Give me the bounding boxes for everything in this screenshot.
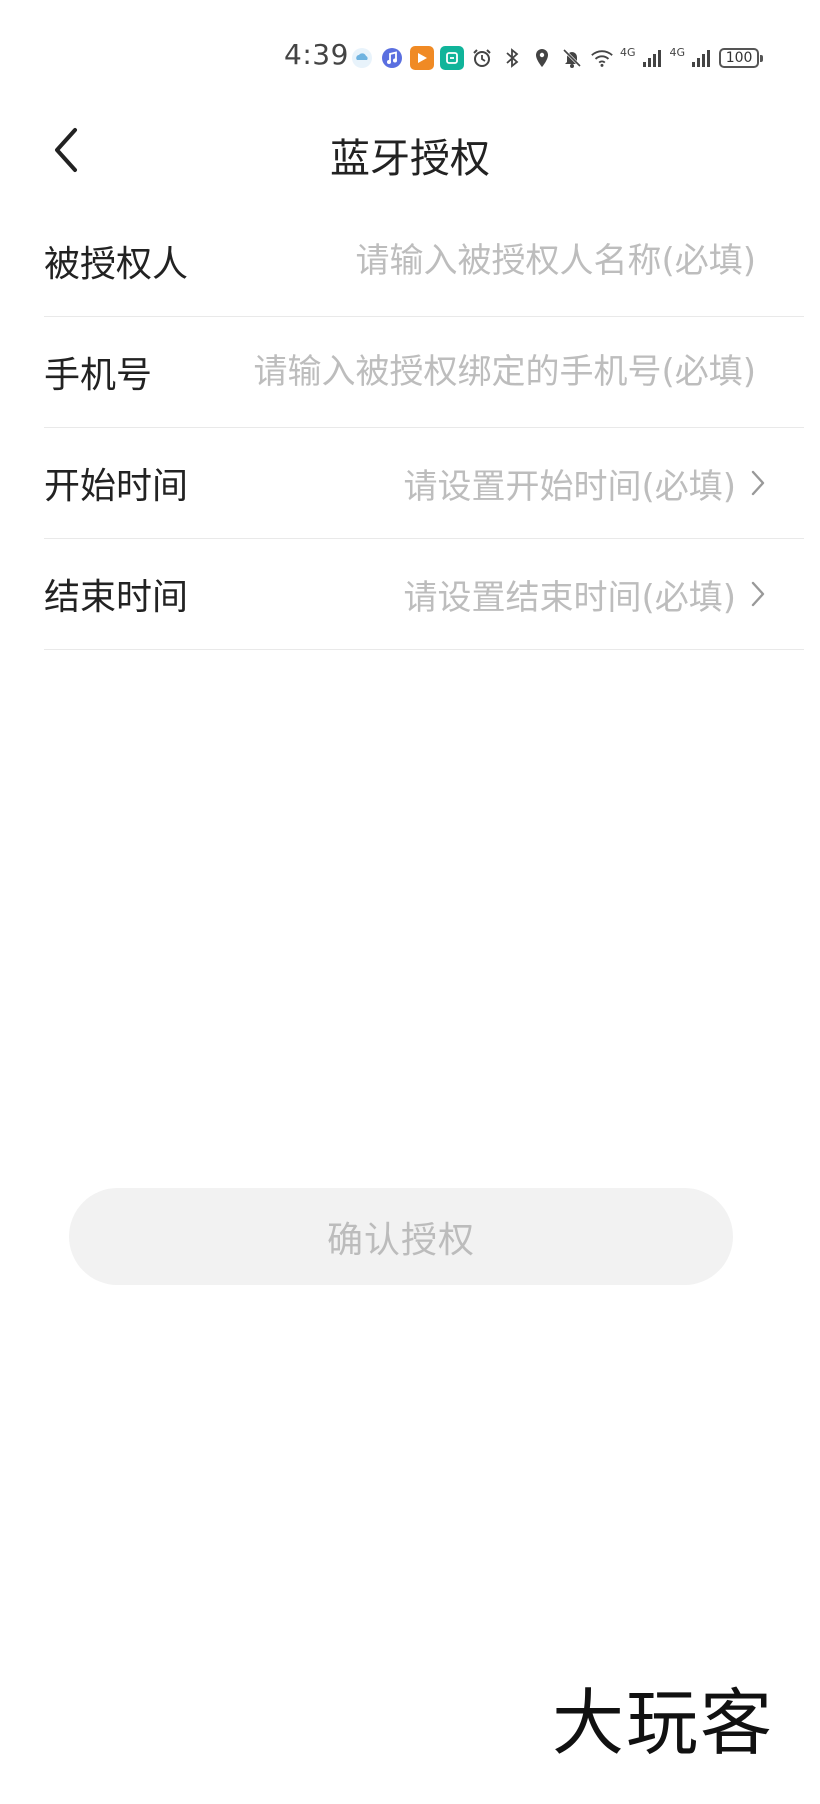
status-bar: 4:39 4G 4G 100 — [0, 0, 820, 100]
grantee-row: 被授权人 — [44, 206, 804, 317]
cloud-app-icon — [350, 46, 374, 70]
phone-label: 手机号 — [44, 355, 153, 396]
authorization-form: 被授权人 手机号 开始时间 请设置开始时间(必填) 结束时间 请设置结束时间(必… — [44, 206, 804, 650]
chevron-right-icon — [748, 467, 768, 499]
grantee-label: 被授权人 — [44, 244, 189, 285]
home-app-icon — [440, 46, 464, 70]
start-time-picker[interactable]: 请设置开始时间(必填) — [188, 459, 768, 508]
watermark-logo: 大玩客 — [552, 1681, 775, 1765]
mute-icon — [560, 46, 584, 70]
confirm-button-label: 确认授权 — [326, 1219, 475, 1261]
end-time-row[interactable]: 结束时间 请设置结束时间(必填) — [44, 539, 804, 650]
music-app-icon — [380, 46, 404, 70]
page-title: 蓝牙授权 — [330, 136, 490, 182]
signal-icon — [640, 46, 664, 70]
wifi-icon — [590, 46, 614, 70]
bluetooth-icon — [500, 46, 524, 70]
start-time-row[interactable]: 开始时间 请设置开始时间(必填) — [44, 428, 804, 539]
end-time-picker[interactable]: 请设置结束时间(必填) — [188, 570, 768, 619]
video-app-icon — [410, 46, 434, 70]
end-time-placeholder: 请设置结束时间(必填) — [403, 577, 736, 618]
confirm-authorization-button[interactable]: 确认授权 — [69, 1188, 733, 1285]
alarm-icon — [470, 46, 494, 70]
end-time-label: 结束时间 — [44, 577, 189, 618]
start-time-placeholder: 请设置开始时间(必填) — [403, 466, 736, 507]
battery-level: 100 — [725, 50, 753, 66]
network-type-1: 4G — [620, 45, 636, 59]
signal-icon — [689, 46, 713, 70]
network-type-2: 4G — [669, 45, 686, 59]
start-time-label: 开始时间 — [44, 466, 189, 507]
nav-header: 蓝牙授权 — [0, 100, 820, 200]
grantee-name-input[interactable] — [188, 241, 756, 281]
chevron-right-icon — [748, 578, 768, 610]
status-time: 4:39 — [284, 38, 349, 71]
battery-icon: 100 — [719, 48, 764, 68]
status-icons: 4G 4G 100 — [350, 42, 764, 74]
location-icon — [530, 46, 554, 70]
phone-input[interactable] — [152, 352, 756, 392]
phone-row: 手机号 — [44, 317, 804, 428]
